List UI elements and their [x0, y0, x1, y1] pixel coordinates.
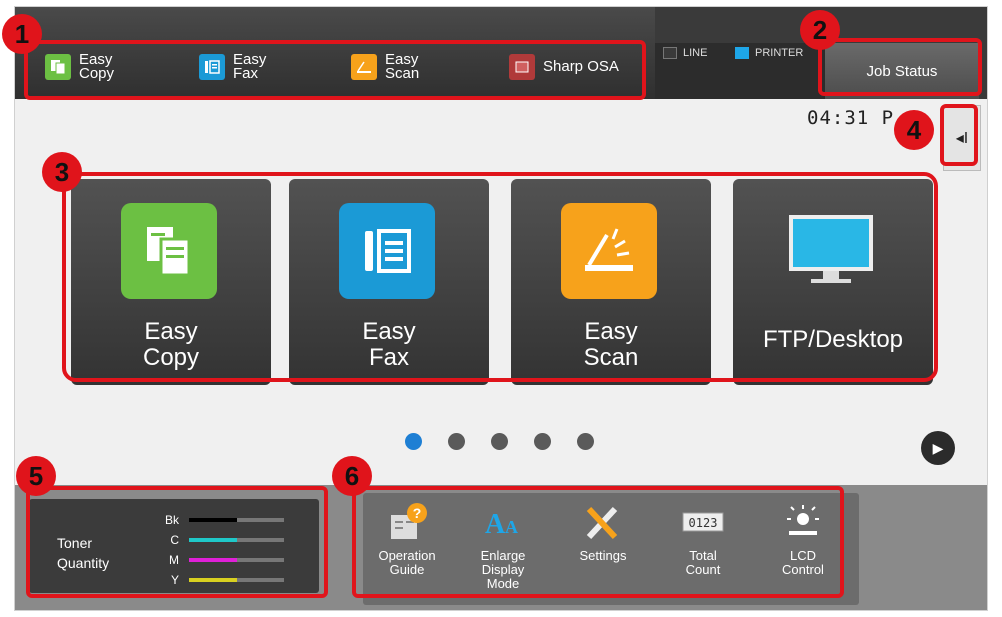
status-indicators: LINE PRINTER — [655, 43, 825, 99]
printer-indicator: PRINTER — [735, 47, 803, 59]
callout-5: 5 — [16, 456, 56, 496]
highlight-panel-toggle — [940, 104, 978, 166]
next-page-button[interactable]: ▶ — [921, 431, 955, 465]
callout-4: 4 — [894, 110, 934, 150]
callout-2: 2 — [800, 10, 840, 50]
printer-label: PRINTER — [755, 47, 804, 59]
clock: 04:31 P — [807, 107, 895, 129]
highlight-tools — [352, 486, 844, 598]
line-led-icon — [663, 47, 677, 59]
callout-1: 1 — [2, 14, 42, 54]
printer-led-icon — [735, 47, 749, 59]
line-indicator: LINE — [663, 47, 707, 59]
page-dot[interactable] — [448, 433, 465, 450]
callout-6: 6 — [332, 456, 372, 496]
page-dot[interactable] — [577, 433, 594, 450]
page-dot[interactable] — [534, 433, 551, 450]
line-label: LINE — [683, 47, 708, 59]
page-dot[interactable] — [491, 433, 508, 450]
page-indicator — [405, 433, 620, 450]
highlight-tiles — [62, 172, 938, 382]
highlight-quick-access — [24, 40, 646, 100]
highlight-job-status — [818, 38, 982, 96]
page-dot[interactable] — [405, 433, 422, 450]
play-arrow-icon: ▶ — [932, 439, 944, 456]
callout-3: 3 — [42, 152, 82, 192]
highlight-toner — [26, 486, 328, 598]
